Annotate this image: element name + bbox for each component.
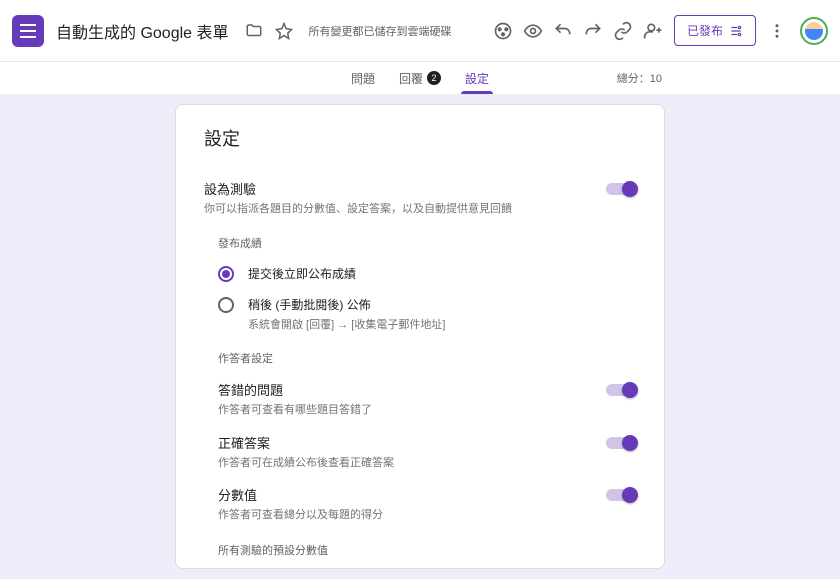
correct-desc: 作答者可在成績公布後查看正確答案	[218, 456, 606, 471]
tab-responses[interactable]: 回覆 2	[387, 62, 453, 94]
folder-icon[interactable]	[243, 20, 265, 42]
correct-toggle[interactable]	[606, 437, 636, 449]
points-title: 分數值	[218, 485, 606, 504]
defaults-subhead: 所有測驗的預設分數值	[218, 542, 636, 558]
redo-icon[interactable]	[582, 20, 604, 42]
link-icon[interactable]	[612, 20, 634, 42]
quiz-desc: 你可以指派各題目的分數值、設定答案，以及自動提供意見回饋	[204, 202, 606, 217]
release-opt2-label: 稍後 (手動批閱後) 公佈	[248, 296, 445, 313]
release-opt2-sub: 系統會開啟 [回覆] → [收集電子郵件地址]	[248, 316, 445, 332]
points-toggle[interactable]	[606, 489, 636, 501]
publish-label: 已發布	[687, 22, 723, 39]
star-icon[interactable]	[273, 20, 295, 42]
tab-questions[interactable]: 問題	[339, 62, 387, 94]
more-icon[interactable]	[766, 20, 788, 42]
add-collaborator-icon[interactable]	[642, 20, 664, 42]
account-avatar[interactable]	[800, 17, 828, 45]
radio-unchecked-icon	[218, 297, 234, 313]
respondent-subhead: 作答者設定	[218, 350, 636, 366]
undo-icon[interactable]	[552, 20, 574, 42]
points-desc: 作答者可查看總分以及每題的得分	[218, 508, 606, 523]
tab-settings[interactable]: 設定	[453, 62, 501, 94]
missed-desc: 作答者可查看有哪些題目答錯了	[218, 403, 606, 418]
responses-badge: 2	[427, 71, 441, 85]
tab-responses-label: 回覆	[399, 70, 423, 87]
radio-checked-icon	[218, 266, 234, 282]
publish-button[interactable]: 已發布	[674, 15, 756, 46]
theme-icon[interactable]	[492, 20, 514, 42]
release-option-later[interactable]: 稍後 (手動批閱後) 公佈 系統會開啟 [回覆] → [收集電子郵件地址]	[218, 296, 636, 332]
form-title[interactable]: 自動生成的 Google 表單	[56, 19, 229, 43]
total-points: 總分：10	[617, 70, 662, 86]
quiz-toggle[interactable]	[606, 183, 636, 195]
missed-toggle[interactable]	[606, 384, 636, 396]
quiz-title: 設為測驗	[204, 179, 606, 198]
release-subhead: 發布成績	[218, 235, 636, 251]
settings-card: 設定 設為測驗 你可以指派各題目的分數值、設定答案，以及自動提供意見回饋 發布成…	[175, 104, 665, 569]
release-opt1-label: 提交後立即公布成績	[248, 265, 356, 282]
settings-title: 設定	[204, 125, 636, 151]
release-option-immediate[interactable]: 提交後立即公布成績	[218, 265, 636, 282]
publish-settings-icon	[729, 24, 743, 38]
missed-title: 答錯的問題	[218, 380, 606, 399]
correct-title: 正確答案	[218, 433, 606, 452]
forms-logo[interactable]	[12, 15, 44, 47]
save-status: 所有變更都已儲存到雲端硬碟	[309, 23, 452, 39]
preview-icon[interactable]	[522, 20, 544, 42]
